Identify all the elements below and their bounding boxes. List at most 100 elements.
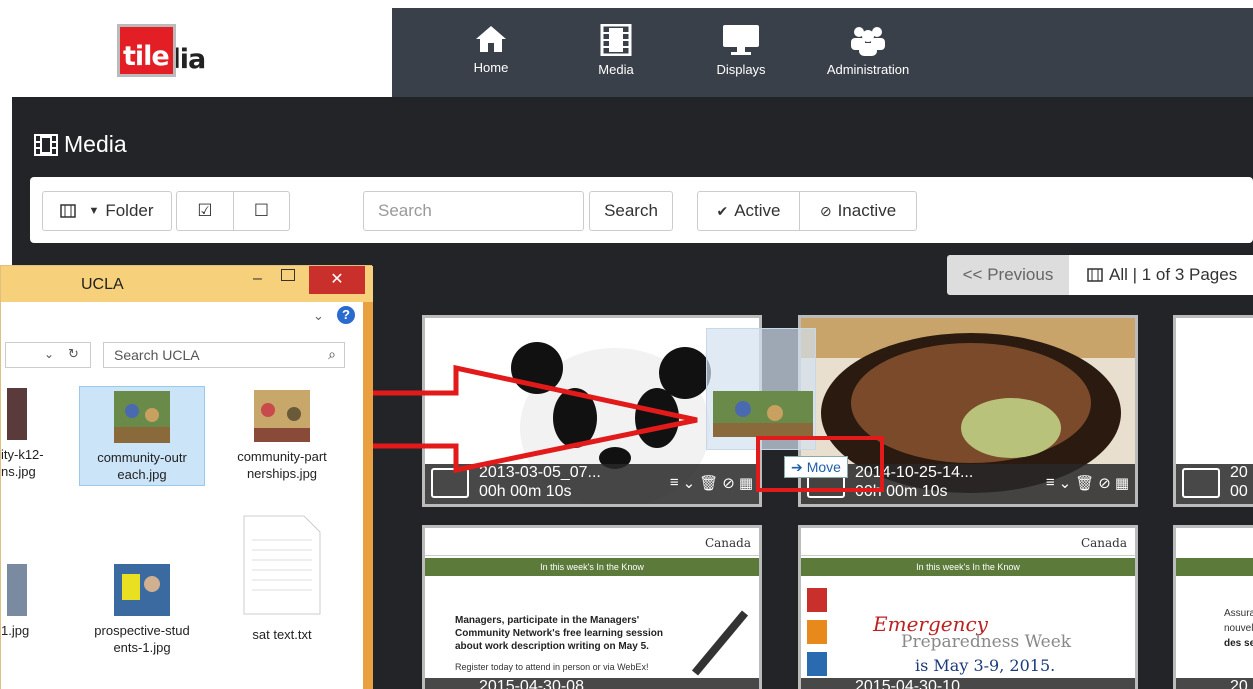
nav-media-label: Media [598, 62, 634, 77]
chevron-down-icon[interactable]: ⌄ [313, 308, 324, 324]
media-tile[interactable]: 2014-10-25-14... 00h 00m 10s ≡ ⌄ 🗑 ⊘ ▦ [798, 315, 1138, 507]
nav-home-label: Home [473, 60, 509, 75]
nav-displays-label: Displays [716, 62, 766, 77]
nav-displays[interactable]: Displays [710, 8, 772, 97]
explorer-titlebar[interactable]: UCLA – ✕ [1, 266, 373, 302]
main-nav: Home Media Displays Administration [392, 8, 1253, 97]
top-bar: mediatile Home Media [0, 0, 1253, 97]
media-tile[interactable]: Canada In this week's In the Know Manage… [422, 525, 762, 689]
film-icon [34, 133, 58, 156]
ban-circle-icon: ⊘ [819, 202, 832, 219]
banner-text: In this week's In the Know [801, 558, 1135, 576]
close-icon: ✕ [330, 271, 344, 288]
close-button[interactable]: ✕ [309, 266, 365, 294]
minimize-icon[interactable]: – [253, 270, 262, 288]
explorer-search-input[interactable]: Search UCLA ⌕ [103, 342, 345, 368]
caret-down-icon: ▼ [88, 205, 100, 217]
list-icon[interactable]: ≡ [670, 474, 679, 492]
media-tile[interactable]: Canada In this week's In the Know Emerge… [798, 525, 1138, 689]
tile-title: 20 [1230, 678, 1248, 689]
tile-duration: 00h 00m 10s [855, 483, 948, 500]
tile-caption: 20 00 [1176, 464, 1253, 504]
film-icon[interactable]: ▦ [1115, 474, 1129, 492]
nav-administration-label: Administration [826, 62, 910, 77]
text-file-icon [243, 515, 321, 615]
help-icon[interactable]: ? [337, 306, 355, 324]
banner-text: In this week's In the Know [425, 558, 759, 576]
film-icon [1087, 268, 1103, 282]
inactive-filter-button[interactable]: ⊘ Inactive [799, 191, 917, 231]
select-none-button[interactable]: ☐ [233, 191, 290, 231]
trash-icon[interactable]: 🗑 [1075, 474, 1094, 492]
tile-text-line: des se [1224, 638, 1253, 649]
ban-icon[interactable]: ⊘ [1098, 474, 1111, 492]
file-name: community-outr each.jpg [97, 450, 187, 482]
tile-caption: 2014-10-25-14... 00h 00m 10s ≡ ⌄ 🗑 ⊘ ▦ [801, 464, 1135, 504]
tile-title: 2013-03-05_07... [479, 464, 601, 481]
file-item[interactable]: ity-k12- ns.jpg [1, 388, 61, 480]
image-icon [1182, 468, 1220, 498]
image-thumbnail-icon [7, 388, 27, 440]
film-icon[interactable]: ▦ [739, 474, 753, 492]
chevron-down-icon[interactable]: ⌄ [44, 347, 54, 361]
file-item[interactable]: community-part nerships.jpg [219, 390, 345, 482]
tile-caption: 20 [1176, 678, 1253, 689]
media-tile[interactable]: 20 00 [1173, 315, 1253, 507]
image-thumbnail-icon [7, 564, 27, 616]
active-filter-button[interactable]: ✔ Active [697, 191, 800, 231]
image-icon [431, 468, 469, 498]
search-button-label: Search [604, 201, 658, 220]
page-info[interactable]: All | 1 of 3 Pages [1069, 255, 1253, 295]
pen-icon [691, 610, 749, 676]
search-input[interactable]: Search [363, 191, 584, 231]
empty-box-icon: ☐ [253, 201, 270, 220]
tile-duration: 00h 00m 10s [479, 483, 572, 500]
file-name: prospective-stud ents-1.jpg [94, 623, 190, 655]
select-all-button[interactable]: ☑ [176, 191, 234, 231]
ban-icon[interactable]: ⊘ [722, 474, 735, 492]
arrow-right-icon: ➔ [791, 458, 803, 475]
maximize-icon[interactable] [281, 269, 295, 281]
mediatile-logo[interactable]: mediatile [117, 24, 206, 77]
announcement-text: Managers, participate in the Managers' C… [455, 615, 663, 652]
nav-home[interactable]: Home [466, 8, 516, 97]
move-tooltip: ➔ Move [784, 456, 848, 478]
refresh-icon[interactable]: ↻ [68, 346, 79, 362]
tile-caption: 2013-03-05_07... 00h 00m 10s ≡ ⌄ 🗑 ⊘ ▦ [425, 464, 759, 504]
inactive-label: Inactive [837, 201, 897, 220]
image-thumbnail-icon [114, 391, 170, 443]
canada-wordmark: Canada [1080, 536, 1127, 550]
nav-media[interactable]: Media [592, 8, 640, 97]
tile-text-line: Assura [1224, 608, 1253, 619]
file-name: community-part nerships.jpg [237, 449, 327, 481]
chevron-down-icon[interactable]: ⌄ [683, 474, 696, 492]
search-placeholder: Search [378, 201, 432, 220]
file-item[interactable]: prospective-stud ents-1.jpg [79, 564, 205, 656]
file-name: sat text.txt [252, 627, 312, 642]
drag-ghost [706, 328, 816, 450]
file-name: ity-k12- ns.jpg [1, 447, 44, 479]
address-bar[interactable]: ⌄ ↻ [5, 342, 91, 368]
tile-actions: ≡ ⌄ 🗑 ⊘ ▦ [670, 474, 753, 492]
active-label: Active [734, 201, 781, 220]
chevron-down-icon[interactable]: ⌄ [1059, 474, 1072, 492]
media-tile[interactable]: Assura nouvelle des se 20 [1173, 525, 1253, 689]
file-item[interactable]: sat text.txt [227, 514, 337, 643]
search-button[interactable]: Search [589, 191, 673, 231]
list-icon[interactable]: ≡ [1046, 474, 1055, 492]
folder-dropdown-button[interactable]: ▼ Folder [42, 191, 172, 231]
checked-box-icon: ☑ [197, 201, 213, 220]
file-explorer-window: UCLA – ✕ ⌄ ? ⌄ ↻ Search UCLA ⌕ ity-k12- … [0, 265, 373, 689]
file-item-selected[interactable]: community-outr each.jpg [79, 386, 205, 486]
image-thumbnail-icon [254, 390, 310, 442]
event-dates: is May 3-9, 2015. [915, 656, 1056, 675]
tile-duration: 00 [1230, 483, 1248, 500]
logo-text-tile: tile [117, 24, 176, 77]
search-icon[interactable]: ⌕ [328, 346, 336, 363]
trash-icon[interactable]: 🗑 [699, 474, 718, 492]
page-info-text: All | 1 of 3 Pages [1109, 265, 1238, 284]
explorer-side-border [363, 302, 373, 689]
file-item[interactable]: 1.jpg [1, 564, 37, 639]
previous-page-button[interactable]: << Previous [947, 255, 1069, 295]
nav-administration[interactable]: Administration [820, 8, 916, 97]
